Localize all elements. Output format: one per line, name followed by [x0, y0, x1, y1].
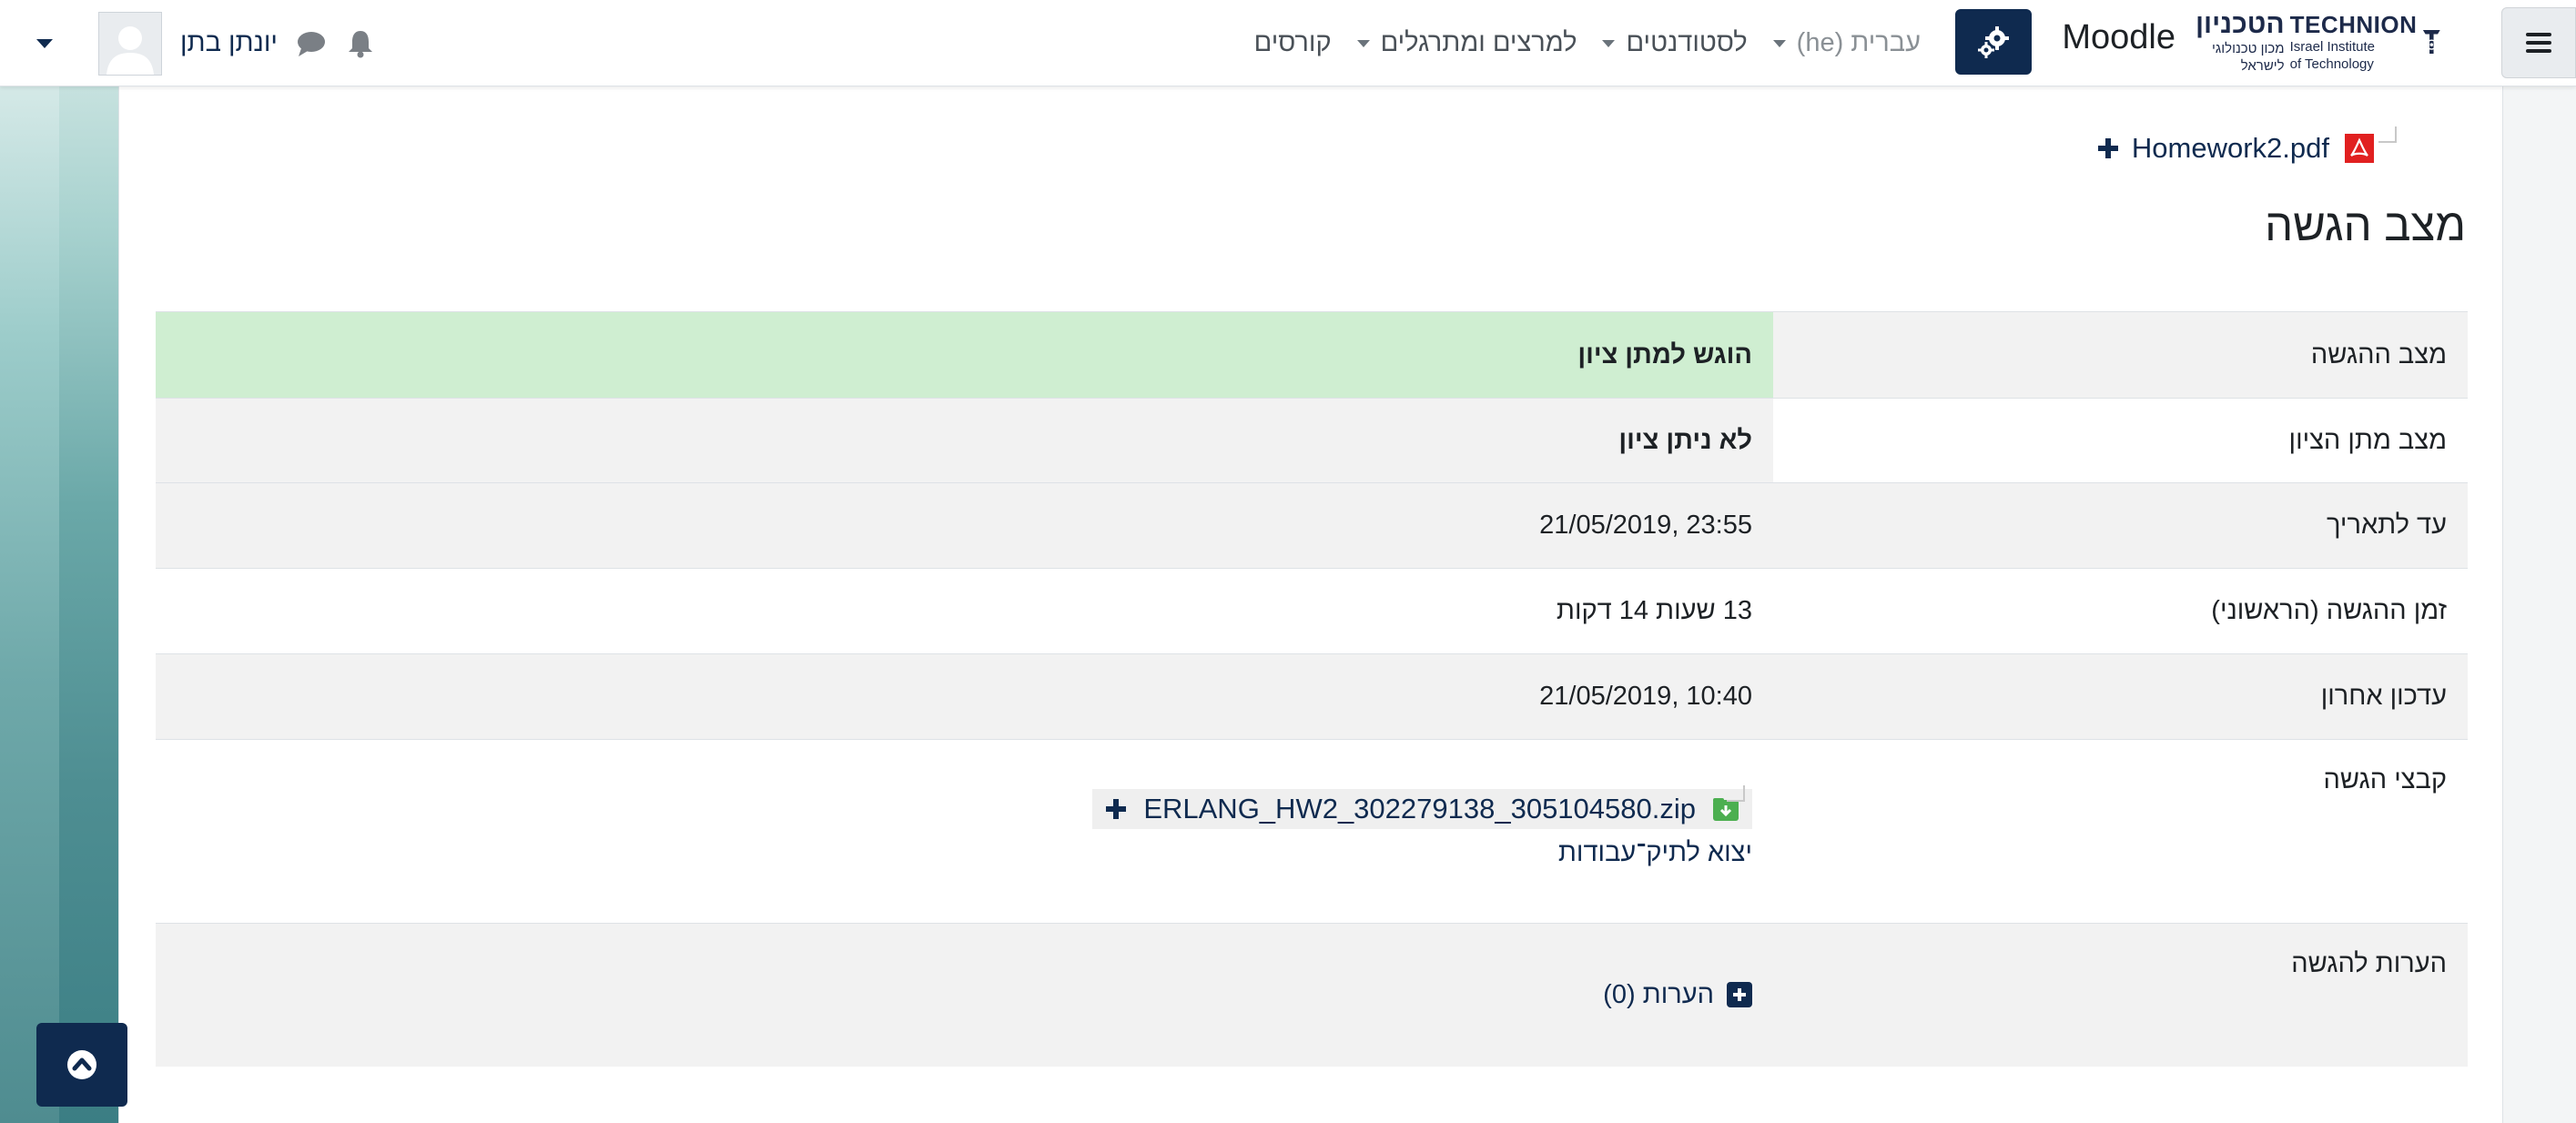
chevron-up-circle-icon: [67, 1050, 96, 1079]
back-to-top-button[interactable]: [36, 1023, 127, 1107]
nav-lecturers-label: למרצים ומתרגלים: [1380, 28, 1577, 57]
top-navbar: TECHNION Israel Institute of Technology …: [0, 0, 2576, 86]
logo-en-title: TECHNION: [2289, 11, 2418, 38]
row-label: מצב ההגשה: [1773, 311, 2468, 399]
table-row: זמן ההגשה (הראשוני) 13 שעות 14 דקות: [156, 568, 2468, 654]
export-portfolio-link[interactable]: יצוא לתיק־עבודות: [177, 838, 1752, 868]
attachment-link[interactable]: Homework2.pdf: [2097, 132, 2329, 165]
last-modified-value: 21/05/2019, 10:40: [156, 653, 1773, 740]
technion-logo[interactable]: TECHNION Israel Institute of Technology …: [2196, 9, 2441, 75]
logo-en-sub1: Israel Institute: [2289, 39, 2375, 55]
hamburger-icon: [2526, 33, 2551, 53]
attachment-file-name: Homework2.pdf: [2131, 132, 2329, 164]
tree-connector: [2378, 126, 2397, 143]
user-menu-caret-icon[interactable]: [36, 38, 53, 48]
plus-icon[interactable]: [2097, 137, 2119, 159]
plus-icon[interactable]: [1105, 798, 1127, 820]
caret-down-icon: [1356, 39, 1370, 47]
nav-students-label: לסטודנטים: [1626, 28, 1748, 57]
language-label: עברית (he): [1796, 28, 1921, 57]
table-row: מצב מתן הציון לא ניתן ציון: [156, 398, 2468, 483]
row-label: קבצי הגשה: [1773, 739, 2468, 924]
caret-down-icon: [1602, 39, 1616, 47]
pdf-file-icon: [2345, 134, 2374, 163]
site-admin-button[interactable]: [1955, 9, 2032, 75]
technion-emblem-icon: [2423, 30, 2441, 54]
table-row: מצב ההגשה הוגש למתן ציון: [156, 311, 2468, 399]
row-label: הערות להגשה: [1773, 923, 2468, 1067]
drawer-toggle-button[interactable]: [2501, 7, 2576, 78]
submission-files-cell: ERLANG_HW2_302279138_305104580.zip יצוא …: [156, 739, 1773, 924]
logo-he-sub2: לישראל: [2240, 58, 2285, 74]
due-date-text: 21/05/2019, 23:55: [1539, 511, 1752, 540]
submission-comments-cell: הערות (0): [156, 923, 1773, 1067]
user-area: יונתן בתן: [36, 0, 376, 86]
table-row: קבצי הגשה ERLANG_HW2_302279138_305104580…: [156, 739, 2468, 924]
row-label: זמן ההגשה (הראשוני): [1773, 568, 2468, 654]
main-content-card: Homework2.pdf מצב הגשה מצב ההגשה הוגש למ…: [118, 86, 2503, 1123]
row-label: עד לתאריך: [1773, 482, 2468, 569]
caret-down-icon: [1772, 39, 1786, 47]
user-name[interactable]: יונתן בתן: [180, 28, 278, 58]
logo-text-he: הטכניון מכון טכנולוגי לישראל: [2196, 9, 2285, 74]
gears-icon: [1978, 26, 2009, 58]
background-left: [0, 0, 59, 1123]
submission-file-link[interactable]: ERLANG_HW2_302279138_305104580.zip: [1143, 793, 1696, 825]
primary-navigation: קורסים למרצים ומתרגלים לסטודנטים עברית (…: [1254, 0, 1921, 86]
section-title: מצב הגשה: [2265, 201, 2466, 250]
row-label: עדכון אחרון: [1773, 653, 2468, 740]
table-row: עד לתאריך 21/05/2019, 23:55: [156, 482, 2468, 569]
table-row: הערות להגשה הערות (0): [156, 923, 2468, 1067]
chat-icon[interactable]: [296, 28, 327, 59]
submission-status-table: מצב ההגשה הוגש למתן ציון מצב מתן הציון ל…: [156, 311, 2468, 1067]
row-label: מצב מתן הציון: [1773, 398, 2468, 483]
logo-en-sub2: of Technology: [2289, 56, 2374, 72]
comments-toggle[interactable]: הערות (0): [1603, 980, 1752, 1010]
last-modified-text: 21/05/2019, 10:40: [1539, 682, 1752, 711]
language-menu[interactable]: עברית (he): [1772, 28, 1921, 58]
tree-connector: [1727, 785, 1745, 802]
intro-attachment: Homework2.pdf: [2097, 126, 2397, 165]
user-silhouette-icon: [106, 25, 154, 75]
nav-courses[interactable]: קורסים: [1254, 28, 1332, 58]
nav-courses-label: קורסים: [1253, 28, 1332, 57]
site-brand[interactable]: Moodle: [2062, 18, 2175, 57]
grading-status-value: לא ניתן ציון: [156, 398, 1773, 483]
comments-label: הערות (0): [1603, 979, 1714, 1009]
submission-status-value: הוגש למתן ציון: [156, 311, 1773, 399]
submission-file-item: ERLANG_HW2_302279138_305104580.zip: [1092, 785, 1752, 829]
logo-text-en: TECHNION Israel Institute of Technology: [2290, 13, 2418, 71]
logo-he-sub1: מכון טכנולוגי: [2211, 41, 2285, 56]
logo-he-title: הטכניון: [2196, 9, 2285, 39]
nav-lecturers-menu[interactable]: למרצים ומתרגלים: [1356, 28, 1577, 58]
table-row: עדכון אחרון 21/05/2019, 10:40: [156, 653, 2468, 740]
time-remaining-value: 13 שעות 14 דקות: [156, 568, 1773, 654]
background-right: [2503, 0, 2576, 1123]
avatar[interactable]: [98, 11, 162, 76]
due-date-value: 21/05/2019, 23:55: [156, 482, 1773, 569]
expand-plus-icon: [1727, 982, 1752, 1007]
nav-students-menu[interactable]: לסטודנטים: [1602, 28, 1748, 58]
bell-icon[interactable]: [345, 28, 376, 59]
